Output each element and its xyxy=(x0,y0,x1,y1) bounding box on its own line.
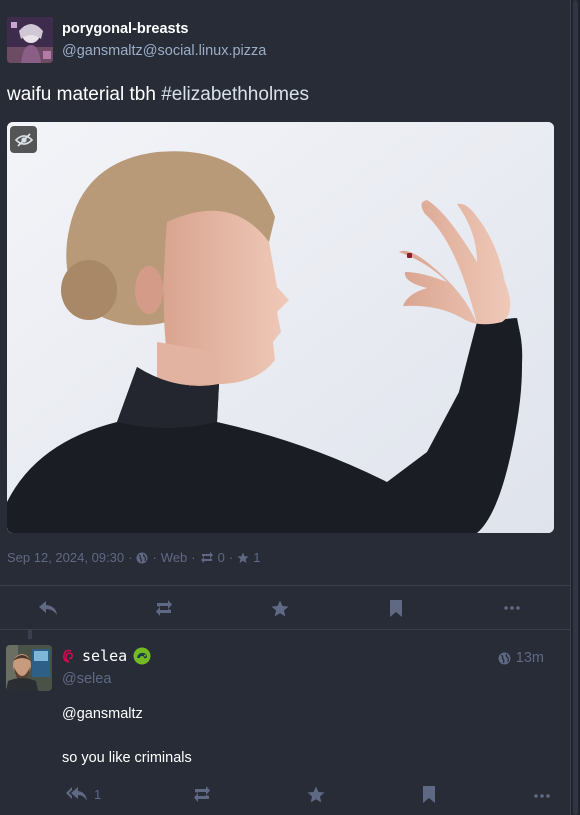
reply-timestamp[interactable]: 13m xyxy=(498,650,544,666)
reply-action-bar: 1 xyxy=(0,786,570,810)
replies-count: 1 xyxy=(94,786,102,802)
reply-all-button[interactable]: 1 xyxy=(66,786,101,802)
status-content: waifu material tbh #elizabethholmes xyxy=(7,84,309,106)
application-name: Web xyxy=(160,550,188,565)
favourites-count: 1 xyxy=(253,550,261,565)
account-handle[interactable]: @gansmaltz@social.linux.pizza xyxy=(62,43,266,59)
globe-icon xyxy=(136,552,148,563)
meta-separator: · xyxy=(228,550,234,565)
hide-media-button[interactable] xyxy=(10,126,37,153)
timeline-column: porygonal-breasts @gansmaltz@social.linu… xyxy=(0,0,571,815)
meta-separator: · xyxy=(191,550,196,565)
hashtag-link[interactable]: #elizabethholmes xyxy=(161,84,309,105)
scrollbar[interactable] xyxy=(571,0,580,815)
reply-display-name[interactable]: selea xyxy=(82,647,127,665)
reply-button[interactable] xyxy=(36,598,60,618)
thread-line xyxy=(28,629,32,639)
reply-favourite-button[interactable] xyxy=(307,786,325,803)
bookmark-button[interactable] xyxy=(384,598,408,618)
reply-time: 13m xyxy=(515,650,544,666)
favourite-button[interactable] xyxy=(268,598,292,618)
reply-all-icon xyxy=(66,787,87,801)
display-name[interactable]: porygonal-breasts xyxy=(62,21,189,37)
boost-button[interactable] xyxy=(152,598,176,618)
status-action-bar xyxy=(0,585,570,630)
favourite-icon xyxy=(271,600,289,616)
eye-slash-icon xyxy=(14,132,33,147)
boost-icon xyxy=(200,552,213,563)
scrollbar-thumb[interactable] xyxy=(573,0,578,815)
reply-avatar[interactable] xyxy=(6,645,52,691)
favourite-icon xyxy=(307,786,325,803)
reblogs-count: 0 xyxy=(217,550,225,565)
status-text: waifu material tbh xyxy=(7,84,162,105)
reply-more-button[interactable] xyxy=(534,794,550,798)
bookmark-icon xyxy=(423,786,435,803)
reply-text: so you like criminals xyxy=(62,750,192,766)
user-avatar[interactable] xyxy=(7,17,53,63)
globe-icon xyxy=(498,652,511,664)
mention-link[interactable]: @gansmaltz xyxy=(62,706,143,722)
boost-icon xyxy=(156,600,172,616)
meta-separator: · xyxy=(152,550,157,565)
opensuse-icon xyxy=(133,647,151,665)
reply-display-name-row[interactable]: selea xyxy=(62,647,151,665)
star-icon xyxy=(237,552,249,563)
reply-icon xyxy=(39,601,57,615)
status-meta: Sep 12, 2024, 09:30 · · Web · 0 · 1 xyxy=(7,550,260,565)
status-date[interactable]: Sep 12, 2024, 09:30 xyxy=(7,550,124,565)
boost-icon xyxy=(194,786,210,802)
bookmark-icon xyxy=(390,599,402,617)
more-button[interactable] xyxy=(500,598,524,618)
reply-bookmark-button[interactable] xyxy=(422,786,436,803)
media-attachment-image[interactable] xyxy=(7,122,554,533)
meta-separator: · xyxy=(128,550,133,565)
reply-boost-button[interactable] xyxy=(192,786,212,802)
more-icon xyxy=(504,606,520,610)
reply-account-handle[interactable]: @selea xyxy=(62,671,111,687)
debian-icon xyxy=(63,649,74,663)
more-icon xyxy=(534,794,550,798)
